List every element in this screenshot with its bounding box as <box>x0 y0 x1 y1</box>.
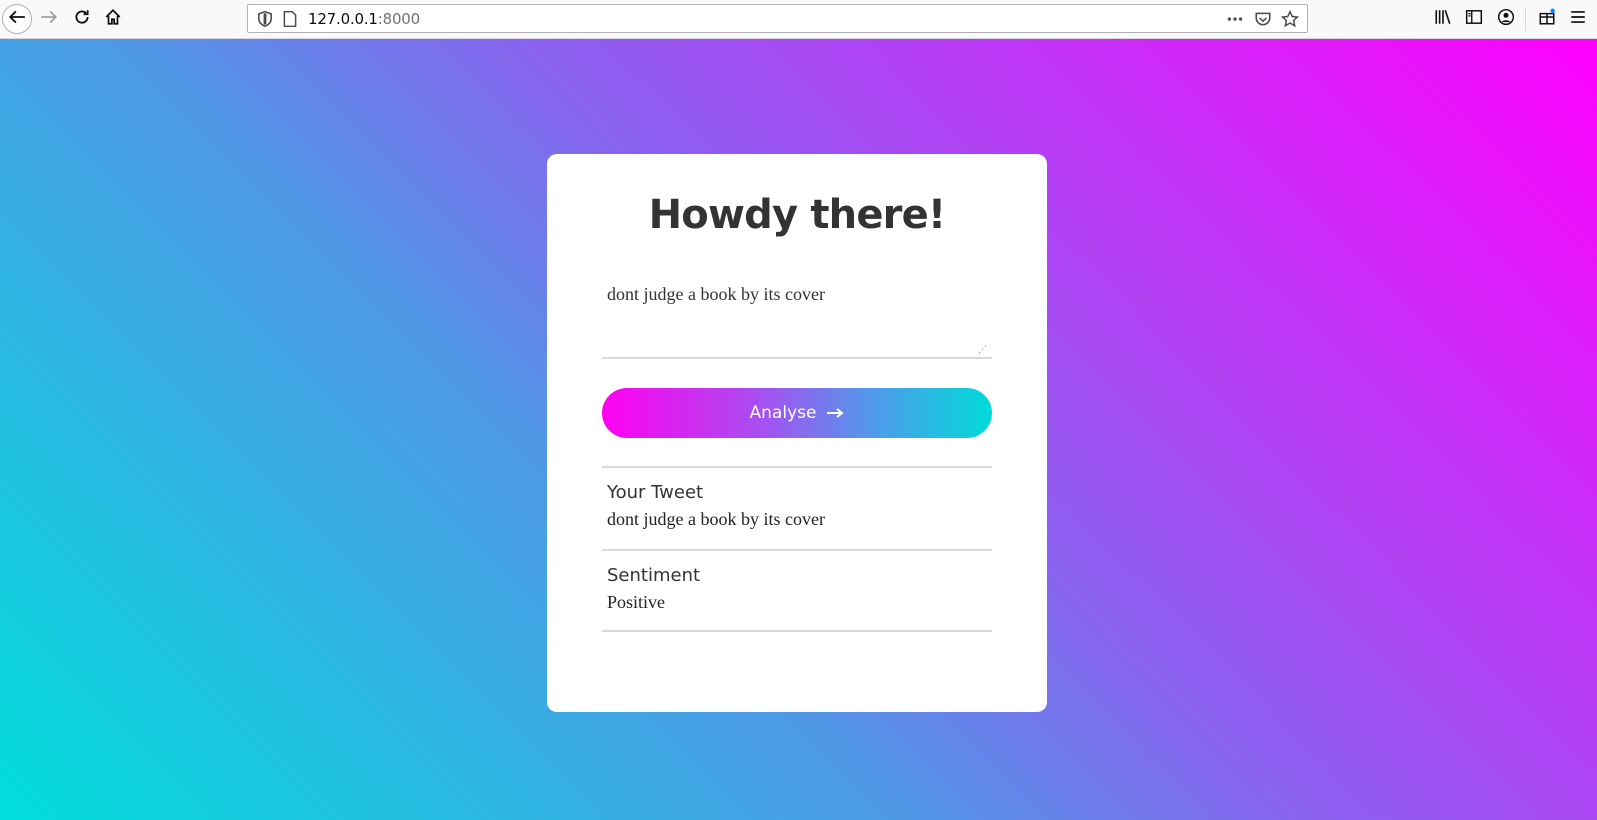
resize-grip-icon[interactable]: ⋰ <box>978 344 988 354</box>
home-button[interactable] <box>98 4 128 34</box>
extensions-button[interactable] <box>1532 4 1562 34</box>
browser-toolbar: 127.0.0.1:8000 <box>0 0 1597 39</box>
home-icon <box>104 8 122 31</box>
tweet-input[interactable] <box>602 274 992 359</box>
forward-icon <box>40 8 58 31</box>
your-tweet-label: Your Tweet <box>607 482 704 503</box>
sentiment-section: Sentiment Positive <box>602 549 992 632</box>
your-tweet-value: dont judge a book by its cover <box>607 509 825 529</box>
sentiment-value: Positive <box>607 592 666 612</box>
shield-icon[interactable] <box>256 10 274 28</box>
page-background: Howdy there! ⋰ Analyse Your Tweet dont j… <box>0 39 1597 820</box>
forward-button[interactable] <box>34 4 64 34</box>
library-icon <box>1434 8 1452 31</box>
library-button[interactable] <box>1428 4 1458 34</box>
sentiment-card: Howdy there! ⋰ Analyse Your Tweet dont j… <box>547 154 1047 712</box>
page-title: Howdy there! <box>648 192 947 238</box>
sidebar-button[interactable] <box>1459 4 1489 34</box>
star-icon[interactable] <box>1280 9 1300 28</box>
analyse-button[interactable]: Analyse <box>602 388 992 438</box>
back-button[interactable] <box>2 4 32 34</box>
account-icon <box>1497 8 1515 31</box>
toolbar-separator <box>1525 7 1526 31</box>
analyse-label: Analyse <box>749 403 817 423</box>
pocket-icon[interactable] <box>1254 10 1272 28</box>
arrow-right-icon <box>826 407 845 419</box>
reload-button[interactable] <box>67 4 97 34</box>
your-tweet-section: Your Tweet dont judge a book by its cove… <box>602 466 992 549</box>
account-button[interactable] <box>1491 4 1521 34</box>
url-bar[interactable]: 127.0.0.1:8000 <box>247 4 1308 33</box>
reload-icon <box>73 8 91 31</box>
menu-button[interactable] <box>1563 4 1593 34</box>
url-text[interactable]: 127.0.0.1:8000 <box>308 10 420 28</box>
page-icon[interactable] <box>281 10 299 28</box>
menu-icon <box>1569 8 1587 31</box>
extensions-icon <box>1538 8 1556 31</box>
sentiment-label: Sentiment <box>607 565 701 586</box>
sidebar-icon <box>1465 8 1483 31</box>
more-icon[interactable] <box>1226 10 1244 28</box>
back-icon <box>8 8 26 31</box>
